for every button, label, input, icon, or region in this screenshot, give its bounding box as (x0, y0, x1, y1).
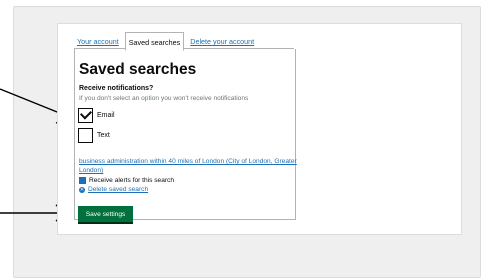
delete-saved-search-link[interactable]: Delete saved search (88, 186, 148, 193)
notifications-hint: If you don't select an option you won't … (79, 95, 249, 102)
delete-saved-search-row[interactable]: ✕ Delete saved search (79, 186, 148, 193)
delete-icon: ✕ (79, 186, 85, 193)
text-checkbox-label: Text (97, 132, 110, 139)
account-panel: Your account Saved searches Delete your … (57, 23, 462, 235)
email-checkbox-label: Email (97, 112, 115, 119)
saved-searches-content: Saved searches Receive notifications? If… (74, 49, 297, 222)
save-settings-button[interactable]: Save settings (78, 206, 133, 222)
page-title: Saved searches (79, 61, 197, 78)
notifications-heading: Receive notifications? (79, 85, 154, 92)
text-checkbox[interactable] (78, 128, 93, 143)
receive-alerts-label: Receive alerts for this search (89, 177, 175, 184)
tab-saved-searches[interactable]: Saved searches (124, 32, 185, 51)
tab-your-account[interactable]: Your account (74, 32, 122, 49)
account-tabs: Your account Saved searches Delete your … (74, 32, 257, 51)
receive-alerts-row[interactable]: Receive alerts for this search (79, 177, 174, 184)
saved-search-link[interactable]: business administration within 40 miles … (79, 157, 317, 175)
email-checkbox[interactable] (78, 107, 93, 123)
receive-alerts-checkbox[interactable] (79, 177, 86, 184)
checkmark-icon (79, 107, 93, 120)
tab-delete-account[interactable]: Delete your account (187, 32, 257, 49)
